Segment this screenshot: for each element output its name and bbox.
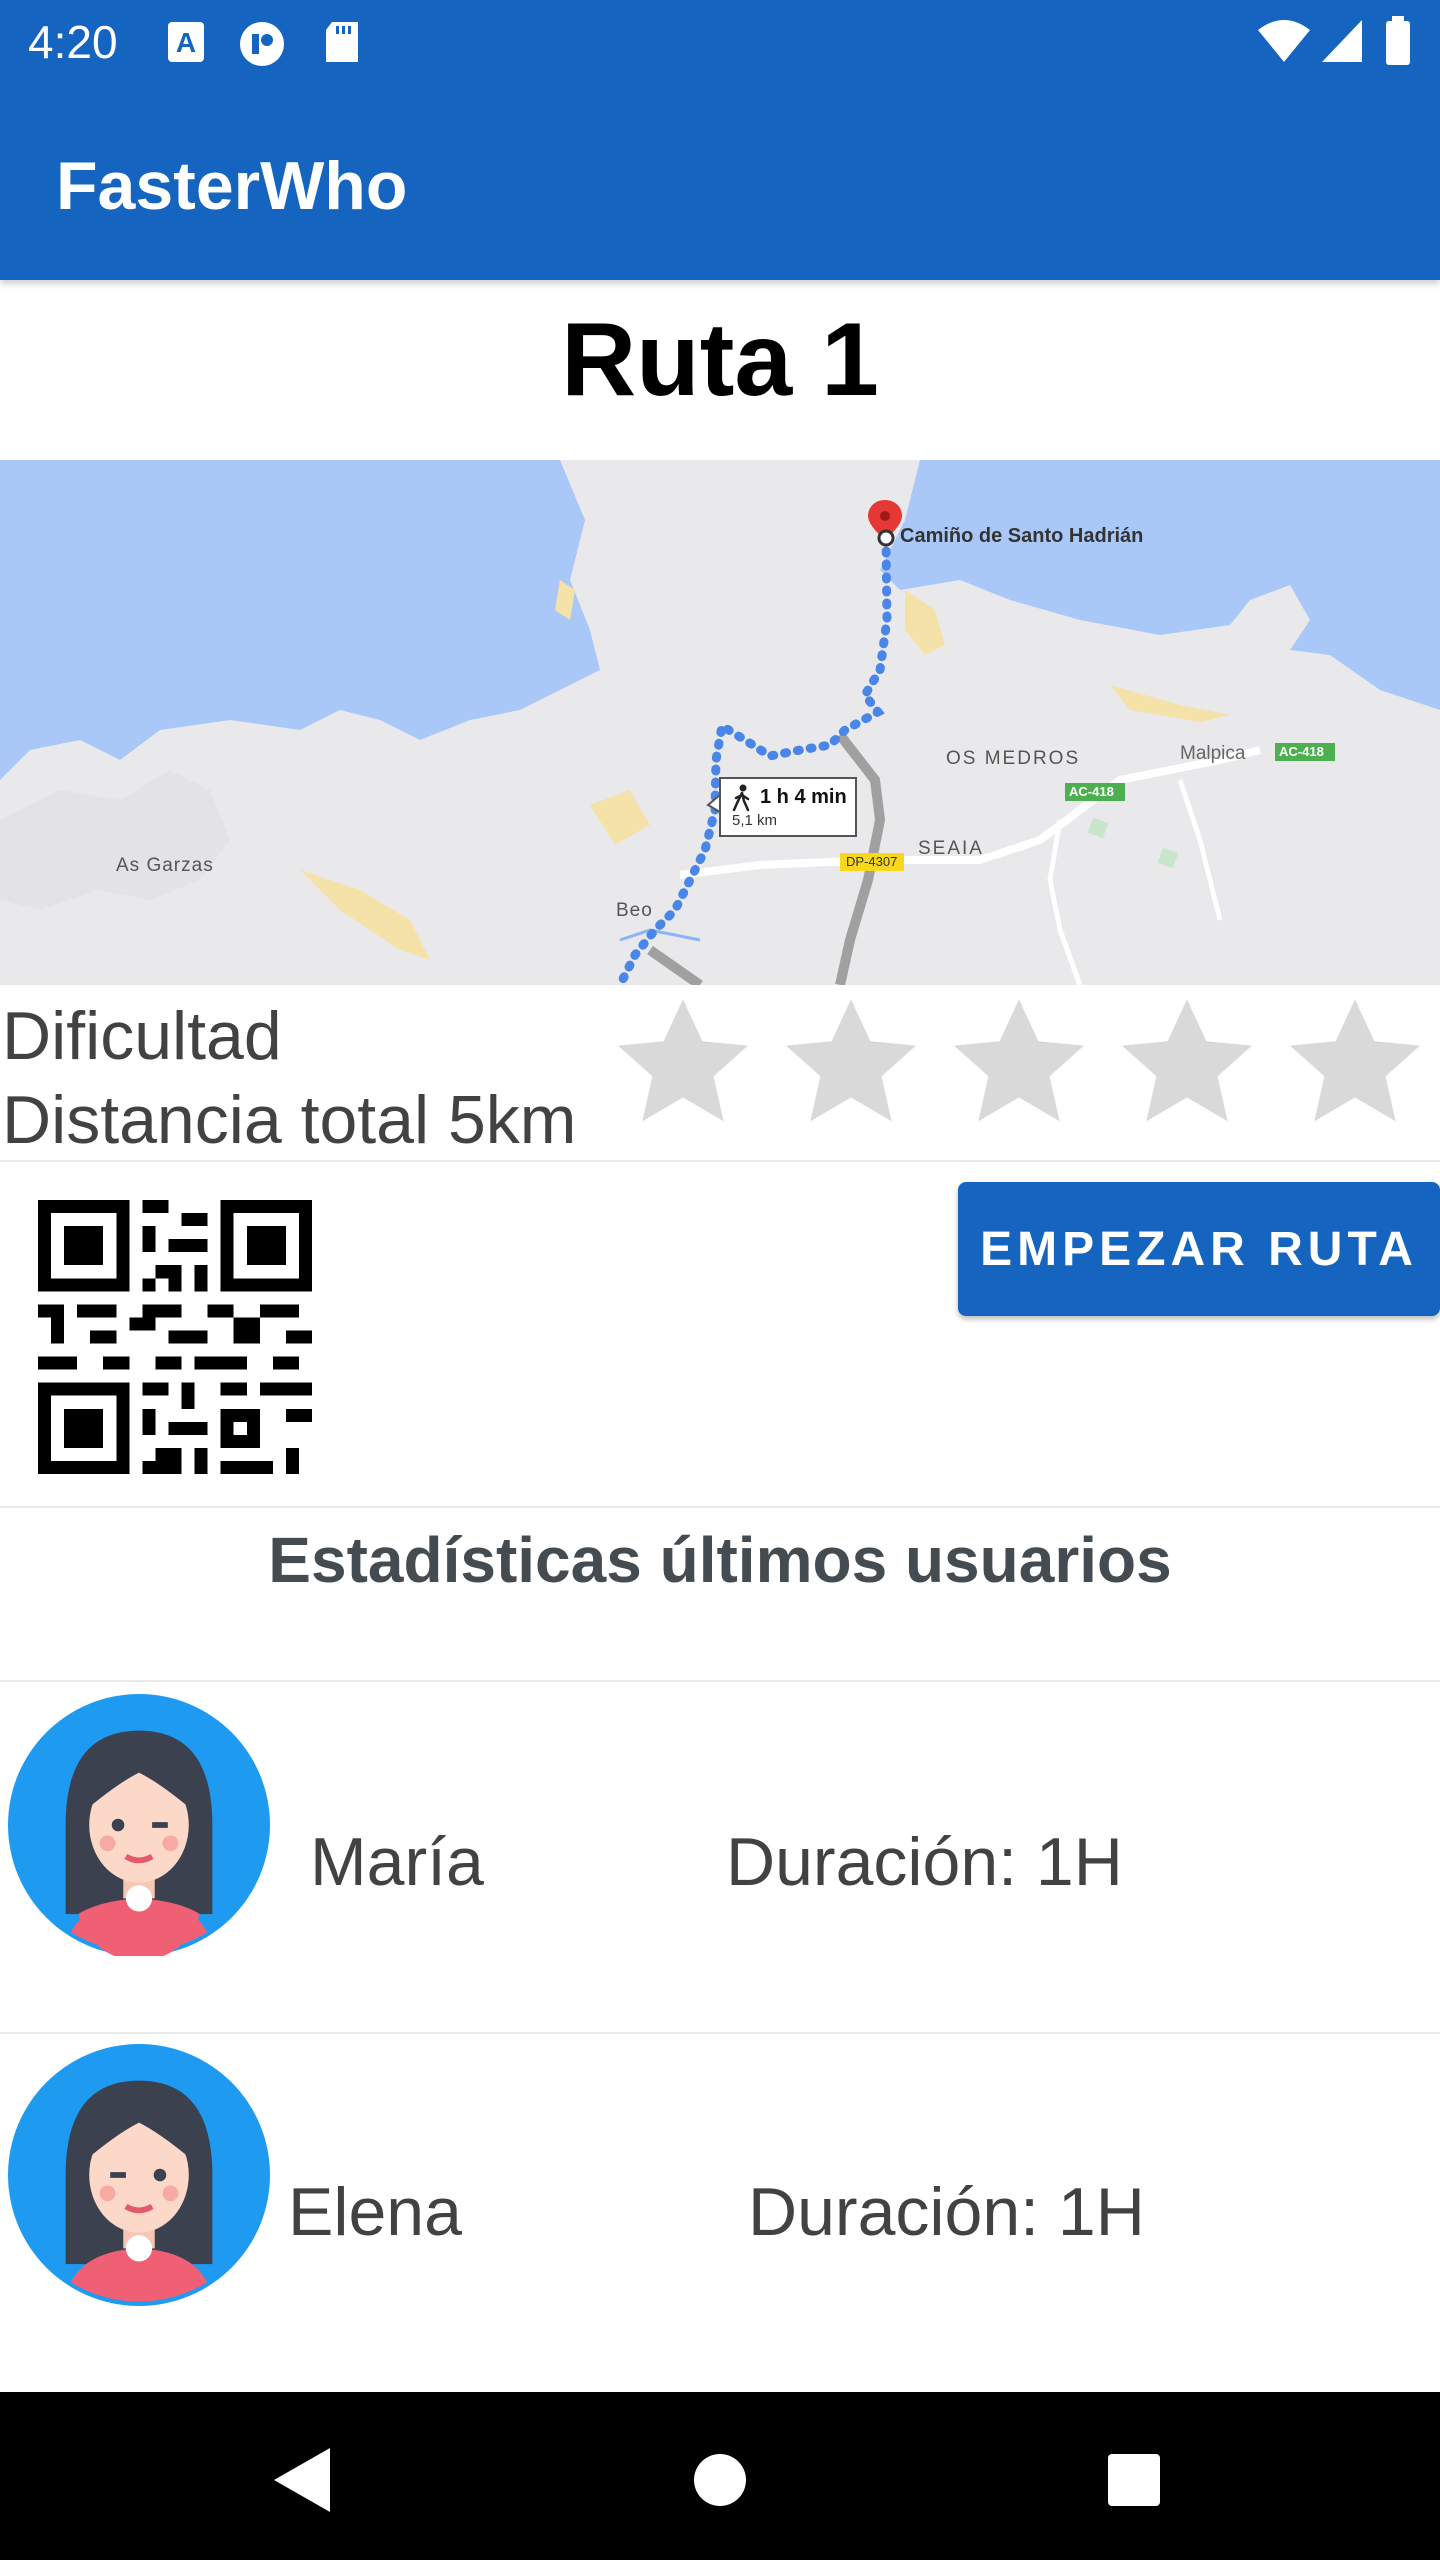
road-label-ac418-b: AC-418 xyxy=(1069,784,1114,799)
difficulty-label: Dificultad xyxy=(2,998,282,1074)
user-name: María xyxy=(310,1824,484,1900)
map-label-os-medros: OS MEDROS xyxy=(946,748,1081,769)
app-notification-icon xyxy=(240,22,284,66)
route-title: Ruta 1 xyxy=(561,302,879,418)
map-label-as-garzas: As Garzas xyxy=(116,855,214,876)
stats-title: Estadísticas últimos usuarios xyxy=(268,1524,1172,1596)
signal-icon xyxy=(1322,20,1362,62)
avatar xyxy=(8,2044,270,2306)
divider xyxy=(0,2032,1440,2034)
route-map[interactable]: Camiño de Santo Hadrián OS MEDROS Malpic… xyxy=(0,460,1440,985)
back-icon[interactable] xyxy=(252,2430,352,2530)
walking-icon xyxy=(732,784,750,812)
user-name: Elena xyxy=(288,2174,462,2250)
sd-card-icon xyxy=(326,22,358,62)
divider xyxy=(0,1506,1440,1508)
app-title: FasterWho xyxy=(56,148,408,224)
map-label-malpica: Malpica xyxy=(1180,743,1246,764)
app-bar: FasterWho xyxy=(0,84,1440,280)
avatar xyxy=(8,1694,270,1956)
star-icon xyxy=(1122,999,1252,1122)
battery-icon xyxy=(1386,16,1410,65)
map-canvas xyxy=(0,460,1440,985)
home-icon[interactable] xyxy=(670,2430,770,2530)
road-label-ac418-a: AC-418 xyxy=(1279,744,1324,759)
star-icon xyxy=(618,999,748,1122)
map-label-beo: Beo xyxy=(616,900,653,921)
recents-icon[interactable] xyxy=(1084,2430,1184,2530)
divider xyxy=(0,1680,1440,1682)
qr-code xyxy=(38,1200,312,1474)
trip-distance: 5,1 km xyxy=(732,812,778,829)
divider xyxy=(0,1160,1440,1162)
navigation-bar xyxy=(0,2392,1440,2560)
start-route-button[interactable]: EMPEZAR RUTA xyxy=(958,1182,1440,1316)
user-duration: Duración: 1H xyxy=(726,1824,1123,1900)
star-icon xyxy=(786,999,916,1122)
status-bar: 4:20 A xyxy=(0,0,1440,84)
distance-label: Distancia total 5km xyxy=(2,1082,577,1158)
star-icon xyxy=(954,999,1084,1122)
map-label-seaia: SEAIA xyxy=(918,838,984,859)
wifi-icon xyxy=(1258,20,1310,62)
star-icon xyxy=(1290,999,1420,1122)
status-time: 4:20 xyxy=(28,16,118,68)
svg-text:A: A xyxy=(176,27,196,58)
map-place-label: Camiño de Santo Hadrián xyxy=(900,525,1144,547)
road-label-dp4307: DP-4307 xyxy=(846,854,898,869)
trip-time: 1 h 4 min xyxy=(760,786,847,808)
user-duration: Duración: 1H xyxy=(748,2174,1145,2250)
text-notification-icon: A xyxy=(168,22,204,62)
